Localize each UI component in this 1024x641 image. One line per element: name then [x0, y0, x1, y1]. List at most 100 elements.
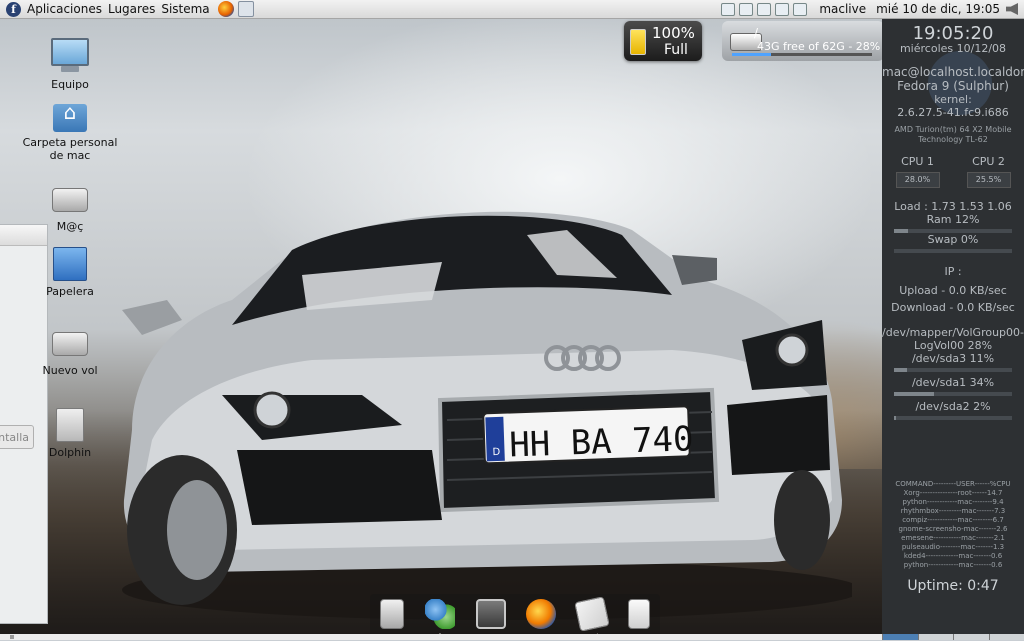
monitor-cpu-model: AMD Turion(tm) 64 X2 Mobile: [882, 125, 1024, 135]
process-row: pulseaudio--------mac-------1.3: [882, 543, 1024, 552]
monitor-kernel-label: kernel:: [882, 93, 1024, 106]
firefox-launcher-icon[interactable]: [218, 1, 234, 17]
monitor-cpu-model-2: Technology TL-62: [882, 135, 1024, 145]
monitor-cpu2: CPU 2 25.5%: [967, 155, 1011, 188]
menu-aplicaciones[interactable]: Aplicaciones: [27, 2, 108, 16]
monitor-load: Load : 1.73 1.53 1.06: [882, 200, 1024, 213]
workspace-1[interactable]: [882, 634, 918, 640]
fs2-bar: [894, 368, 1012, 372]
monitor-fs1-usage: LogVol00 28%: [882, 339, 1024, 352]
volume-icon[interactable]: [1006, 3, 1018, 15]
drive-icon: [52, 188, 88, 212]
desktop-icon-label: Nuevo vol: [22, 364, 118, 377]
desktop-icon-nuevo-vol[interactable]: Nuevo vol: [22, 332, 118, 377]
process-row: rhythmbox---------mac-------7.3: [882, 507, 1024, 516]
workspace-4[interactable]: [989, 634, 1024, 640]
application-dock: [370, 594, 660, 634]
desktop-icon-label: M@ç: [22, 220, 118, 233]
network-icon[interactable]: [775, 3, 789, 16]
monitor-hostname: mac@localhost.localdomain: [882, 65, 1024, 79]
drive-icon: [52, 332, 88, 356]
bottom-panel: [0, 634, 882, 640]
panel-clock[interactable]: mié 10 de dic, 19:05: [876, 2, 1000, 16]
users-icon[interactable]: [425, 599, 455, 629]
system-monitor-panel: 19:05:20 miércoles 10/12/08 mac@localhos…: [882, 19, 1024, 640]
monitor-kernel: 2.6.27.5-41.fc9.i686: [882, 106, 1024, 119]
desktop-icon-drive[interactable]: M@ç: [22, 188, 118, 233]
process-row: python------------mac-------0.6: [882, 561, 1024, 570]
file-cabinet-icon: [56, 408, 84, 442]
desktop-icon-label: Dolphin: [22, 446, 118, 459]
process-row: compiz------------mac--------6.7: [882, 516, 1024, 525]
user-switcher[interactable]: maclive: [819, 2, 866, 16]
firefox-icon[interactable]: [526, 599, 556, 629]
plate-country: D: [492, 447, 500, 458]
fedora-logo-icon[interactable]: f: [6, 2, 21, 17]
workspace-2[interactable]: [918, 634, 954, 640]
desktop-icon-label: Papelera: [22, 285, 118, 298]
menu-sistema[interactable]: Sistema: [161, 2, 215, 16]
trash-icon: [53, 247, 87, 281]
monitor-time: 19:05:20: [882, 23, 1024, 44]
mail-icon[interactable]: [574, 596, 610, 632]
battery-icon: [630, 29, 646, 55]
desktop-icon-equipo[interactable]: Equipo: [22, 38, 118, 91]
monitor-ram: Ram 12%: [882, 213, 1024, 226]
printer-icon[interactable]: [757, 3, 771, 16]
user-switch-icon[interactable]: [739, 3, 753, 16]
monitor-fs1: /dev/mapper/VolGroup00-: [882, 326, 1024, 339]
desktop-icon-papelera[interactable]: Papelera: [22, 247, 118, 298]
monitor-cpu1: CPU 1 28.0%: [896, 155, 940, 188]
battery-percent: 100%: [652, 24, 695, 42]
cpu1-label: CPU 1: [896, 155, 940, 168]
system-tray: maclive mié 10 de dic, 19:05: [719, 2, 1024, 16]
sports-car-image: D HH BA 740: [112, 200, 852, 620]
monitor-os: Fedora 9 (Sulphur): [882, 79, 1024, 93]
home-folder-icon: [53, 104, 87, 132]
monitor-date: miércoles 10/12/08: [882, 42, 1024, 55]
swap-bar: [894, 249, 1012, 253]
drive-usage-bar: [732, 53, 872, 56]
cpu2-value: 25.5%: [967, 172, 1011, 188]
workspace-switcher[interactable]: [882, 634, 1024, 640]
desktop-icon-label: Equipo: [22, 78, 118, 91]
process-row: gnome-screensho-mac-------2.6: [882, 525, 1024, 534]
fs4-bar: [894, 416, 1012, 420]
battery-widget[interactable]: 100% Full: [624, 21, 702, 61]
desktop-icon-home[interactable]: Carpeta personal de mac: [10, 104, 130, 162]
top-panel: f Aplicaciones Lugares Sistema maclive m…: [0, 0, 1024, 19]
process-row: Xorg---------------root------14.7: [882, 489, 1024, 498]
monitor-ip: IP :: [882, 265, 1024, 278]
process-row: python------------mac--------9.4: [882, 498, 1024, 507]
display-icon[interactable]: [793, 3, 807, 16]
monitor-uptime: Uptime: 0:47: [882, 578, 1024, 594]
process-header: COMMAND---------USER------%CPU: [882, 480, 1024, 489]
cpu2-label: CPU 2: [967, 155, 1011, 168]
monitor-fs3: /dev/sda1 34%: [882, 376, 1024, 389]
monitor-download: Download - 0.0 KB/sec: [882, 301, 1024, 314]
desktop-icon-dolphin[interactable]: Dolphin: [22, 408, 118, 459]
process-list: COMMAND---------USER------%CPU Xorg-----…: [882, 480, 1024, 570]
computer-icon: [51, 38, 89, 66]
file-cabinet-icon[interactable]: [380, 599, 404, 629]
monitor-fs4: /dev/sda2 2%: [882, 400, 1024, 413]
show-desktop-icon[interactable]: [10, 635, 14, 639]
workspace-3[interactable]: [953, 634, 989, 640]
mail-launcher-icon[interactable]: [238, 1, 254, 17]
media-player-icon[interactable]: [628, 599, 650, 629]
monitor-swap: Swap 0%: [882, 233, 1024, 246]
fs3-bar: [894, 392, 1012, 396]
notification-icon[interactable]: [721, 3, 735, 16]
monitor-cpu-group: CPU 1 28.0% CPU 2 25.5%: [882, 155, 1024, 188]
process-row: kded4-------------mac-------0.6: [882, 552, 1024, 561]
menu-lugares[interactable]: Lugares: [108, 2, 161, 16]
monitor-fs2: /dev/sda3 11%: [882, 352, 1024, 365]
cpu1-value: 28.0%: [896, 172, 940, 188]
drive-usage-widget[interactable]: / 43G free of 62G - 28%: [722, 21, 884, 61]
terminal-icon[interactable]: [476, 599, 506, 629]
desktop-icon-label: Carpeta personal de mac: [22, 136, 118, 162]
drive-mount-point: /: [754, 26, 758, 40]
process-row: emesene-----------mac-------2.1: [882, 534, 1024, 543]
license-plate-text: HH BA 740: [509, 419, 695, 465]
drive-free-space: 43G free of 62G - 28%: [757, 40, 880, 53]
